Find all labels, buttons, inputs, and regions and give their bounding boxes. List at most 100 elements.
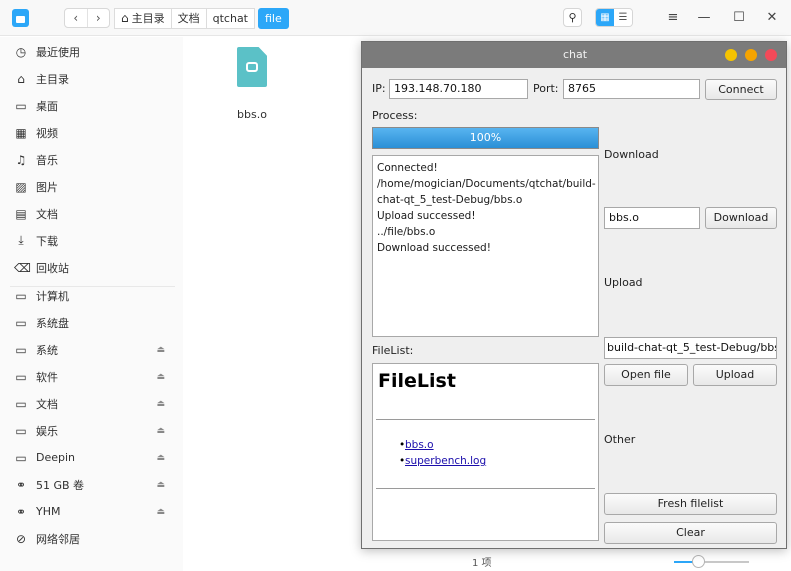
close-button[interactable]: ✕ — [762, 8, 782, 28]
eject-icon[interactable]: ⏏ — [156, 480, 165, 490]
maximize-icon: ☐ — [733, 10, 745, 25]
eject-icon[interactable]: ⏏ — [156, 345, 165, 355]
download-icon: ⤓ — [18, 233, 24, 247]
upload-section-label: Upload — [604, 276, 643, 289]
sidebar-item-yhm[interactable]: ⚭ YHM ⏏ — [0, 498, 183, 525]
close-dot-button[interactable] — [765, 49, 777, 61]
ip-input[interactable]: 193.148.70.180 — [389, 79, 528, 99]
sidebar-item-network[interactable]: ⊘ 网络邻居 — [0, 525, 183, 552]
log-line: Connected! — [377, 162, 438, 174]
search-icon: ⚲ — [568, 11, 577, 24]
file-manager-titlebar: ‹ › ⌂ 主目录 文档 qtchat file ⚲ ▦ ☰ ≡ — ☐ ✕ — [0, 0, 791, 36]
process-label: Process: — [372, 109, 418, 122]
sidebar-item-home[interactable]: ⌂ 主目录 — [0, 65, 183, 92]
picture-icon: ▨ — [15, 179, 27, 194]
clear-button[interactable]: Clear — [604, 522, 777, 544]
download-button[interactable]: Download — [705, 207, 777, 229]
chat-window-title: chat — [362, 42, 786, 68]
minimize-button[interactable]: — — [694, 8, 714, 28]
disk-icon: ▭ — [15, 423, 27, 438]
log-line: chat-qt_5_test-Debug/bbs.o — [377, 194, 523, 206]
breadcrumb-file[interactable]: file — [258, 8, 289, 29]
search-button[interactable]: ⚲ — [563, 8, 582, 27]
filelist-items: bbs.o superbench.log — [399, 437, 486, 469]
sidebar-item-downloads[interactable]: ⤓ 下载 — [0, 227, 183, 254]
trash-icon: ⌫ — [14, 260, 31, 275]
sidebar-item-pictures[interactable]: ▨ 图片 — [0, 173, 183, 200]
home-icon: ⌂ — [17, 71, 25, 86]
filelist-link[interactable]: bbs.o — [399, 437, 486, 453]
clock-icon: ◷ — [15, 44, 27, 59]
minimize-dot-button[interactable] — [725, 49, 737, 61]
binary-file-icon[interactable] — [237, 47, 267, 87]
breadcrumb-home[interactable]: ⌂ 主目录 — [114, 8, 172, 29]
zoom-slider-handle[interactable] — [692, 555, 705, 568]
item-count: 1 项 — [472, 558, 492, 569]
list-icon: ☰ — [618, 12, 628, 23]
sidebar-item-entertainment[interactable]: ▭ 娱乐 ⏏ — [0, 417, 183, 444]
log-line: ../file/bbs.o — [377, 226, 436, 238]
forward-button[interactable]: › — [86, 9, 110, 27]
log-line: /home/mogician/Documents/qtchat/build- — [377, 178, 596, 190]
sidebar-item-computer[interactable]: ▭ 计算机 — [0, 282, 183, 309]
computer-icon: ▭ — [15, 288, 27, 303]
progress-bar: 100% — [372, 127, 599, 149]
disk-icon: ▭ — [15, 396, 27, 411]
status-bar: 1 项 — [184, 549, 791, 571]
video-icon: ▦ — [15, 125, 27, 140]
sidebar-item-deepin[interactable]: ▭ Deepin ⏏ — [0, 444, 183, 471]
log-line: Upload successed! — [377, 210, 476, 222]
list-view-button[interactable]: ☰ — [614, 9, 632, 26]
filelist-browser[interactable]: FileList bbs.o superbench.log — [372, 363, 599, 541]
download-section-label: Download — [604, 148, 659, 161]
upload-path-input[interactable]: build-chat-qt_5_test-Debug/bbs.o — [604, 337, 777, 359]
file-name[interactable]: bbs.o — [232, 108, 272, 121]
sidebar-item-system[interactable]: ▭ 系统 ⏏ — [0, 336, 183, 363]
fresh-filelist-button[interactable]: Fresh filelist — [604, 493, 777, 515]
sidebar-item-documents[interactable]: ▤ 文档 — [0, 200, 183, 227]
sidebar-item-music[interactable]: ♫ 音乐 — [0, 146, 183, 173]
sidebar-item-docs-disk[interactable]: ▭ 文档 ⏏ — [0, 390, 183, 417]
eject-icon[interactable]: ⏏ — [156, 453, 165, 463]
eject-icon[interactable]: ⏏ — [156, 507, 165, 517]
ip-label: IP: — [372, 82, 386, 95]
filelist-label: FileList: — [372, 344, 414, 357]
zoom-slider[interactable] — [674, 561, 749, 563]
sidebar: ◷ 最近使用 ⌂ 主目录 ▭ 桌面 ▦ 视频 ♫ 音乐 ▨ 图片 ▤ 文档 ⤓ 下载 ⌫ 回收站 … — [0, 37, 183, 571]
breadcrumb-documents[interactable]: 文档 — [170, 8, 207, 29]
eject-icon[interactable]: ⏏ — [156, 399, 165, 409]
sidebar-item-trash[interactable]: ⌫ 回收站 — [0, 254, 183, 281]
download-filename-input[interactable]: bbs.o — [604, 207, 700, 229]
disk-icon: ▭ — [15, 369, 27, 384]
breadcrumb: ⌂ 主目录 文档 qtchat file — [114, 8, 289, 29]
eject-icon[interactable]: ⏏ — [156, 372, 165, 382]
breadcrumb-qtchat[interactable]: qtchat — [205, 8, 255, 29]
icon-view-button[interactable]: ▦ — [596, 9, 614, 26]
log-output[interactable]: Connected! /home/mogician/Documents/qtch… — [372, 155, 599, 337]
disk-icon: ▭ — [15, 450, 27, 465]
open-file-button[interactable]: Open file — [604, 364, 688, 386]
menu-button[interactable]: ≡ — [663, 8, 683, 28]
sidebar-item-recent[interactable]: ◷ 最近使用 — [0, 38, 183, 65]
connect-button[interactable]: Connect — [705, 79, 777, 100]
eject-icon[interactable]: ⏏ — [156, 426, 165, 436]
home-icon: ⌂ — [121, 11, 129, 25]
filelist-divider — [376, 488, 595, 489]
other-section-label: Other — [604, 433, 636, 446]
sidebar-item-desktop[interactable]: ▭ 桌面 — [0, 92, 183, 119]
sidebar-item-51gb-volume[interactable]: ⚭ 51 GB 卷 ⏏ — [0, 471, 183, 498]
sidebar-item-system-disk[interactable]: ▭ 系统盘 — [0, 309, 183, 336]
minimize-icon: — — [697, 10, 711, 25]
maximize-button[interactable]: ☐ — [729, 8, 749, 28]
back-button[interactable]: ‹ — [65, 9, 87, 27]
port-input[interactable]: 8765 — [563, 79, 700, 99]
filelist-link[interactable]: superbench.log — [399, 453, 486, 469]
chat-window: chat IP: 193.148.70.180 Port: 8765 Conne… — [361, 41, 787, 549]
sidebar-item-video[interactable]: ▦ 视频 — [0, 119, 183, 146]
maximize-dot-button[interactable] — [745, 49, 757, 61]
sidebar-item-software[interactable]: ▭ 软件 ⏏ — [0, 363, 183, 390]
upload-button[interactable]: Upload — [693, 364, 777, 386]
file-manager-logo-icon — [12, 9, 29, 27]
usb-icon: ⚭ — [15, 504, 27, 519]
desktop-icon: ▭ — [15, 98, 27, 113]
